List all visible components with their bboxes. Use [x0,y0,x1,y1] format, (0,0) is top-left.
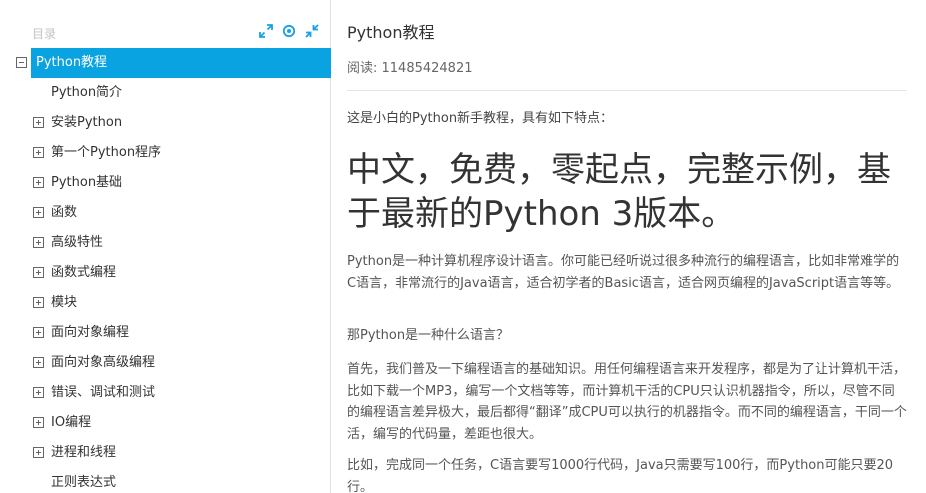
toc-item-label: 错误、调试和测试 [51,385,156,400]
read-count: 阅读: 11485424821 [347,61,473,76]
toc-item-label: 函数式编程 [51,265,117,280]
toc-item[interactable]: 高级特性 [0,228,331,258]
expand-toggle-icon[interactable] [33,447,44,458]
toc-item-label: 第一个Python程序 [51,145,162,160]
expand-toggle-icon[interactable] [33,237,44,248]
toc-item[interactable]: 面向对象编程 [0,318,331,348]
toc-item-label: 正则表达式 [51,475,117,490]
toc-item-label: Python简介 [51,85,123,100]
toc-item-label: 面向对象编程 [51,325,130,340]
expand-toggle-icon[interactable] [33,207,44,218]
collapse-icon[interactable] [305,24,319,38]
toc-item-label: 高级特性 [51,235,104,250]
locate-icon[interactable] [282,24,296,38]
toc-item[interactable]: 正则表达式 [0,468,331,493]
divider [347,90,907,91]
toc-item[interactable]: 错误、调试和测试 [0,378,331,408]
page-title: Python教程 [347,23,435,42]
headline: 中文，免费，零起点，完整示例，基于最新的Python 3版本。 [347,150,891,234]
article-content: Python教程 阅读: 11485424821 这是小白的Python新手教程… [347,0,907,493]
toc-item[interactable]: Python基础 [0,168,331,198]
expand-toggle-icon[interactable] [33,357,44,368]
toc-item-label: 面向对象高级编程 [51,355,156,370]
expand-toggle-icon[interactable] [33,177,44,188]
intro-text: 这是小白的Python新手教程，具有如下特点： [347,111,614,126]
toc-item[interactable]: Python简介 [0,78,331,108]
paragraph: 比如，完成同一个任务，C语言要写1000行代码，Java只需要写100行，而Py… [347,458,894,493]
toc-item[interactable]: 函数式编程 [0,258,331,288]
expand-toggle-icon[interactable] [33,387,44,398]
toc-item[interactable]: 面向对象高级编程 [0,348,331,378]
toc-header: 目录 [0,18,331,46]
paragraph: 首先，我们普及一下编程语言的基础知识。用任何编程语言来开发程序，都是为了让计算机… [347,362,907,442]
expand-toggle-icon[interactable] [33,327,44,338]
toc-item[interactable]: IO编程 [0,408,331,438]
toc-item[interactable]: 进程和线程 [0,438,331,468]
toc-item-label: IO编程 [51,415,92,430]
expand-toggle-icon[interactable] [33,417,44,428]
toc-item-label: 模块 [51,295,78,310]
paragraph: Python是一种计算机程序设计语言。你可能已经听说过很多种流行的编程语言，比如… [347,254,900,291]
toc-list: Python教程 Python简介 安装Python 第一个Python程序 P… [0,48,331,493]
toc-item[interactable]: 安装Python [0,108,331,138]
expand-icon[interactable] [259,24,273,38]
collapse-toggle-icon[interactable] [16,57,27,68]
toc-item-label: 安装Python [51,115,123,130]
toc-item-root[interactable]: Python教程 [0,48,331,78]
toc-item[interactable]: 第一个Python程序 [0,138,331,168]
toc-item-label: 进程和线程 [51,445,117,460]
expand-toggle-icon[interactable] [33,297,44,308]
toc-item-label: Python基础 [51,175,123,190]
expand-toggle-icon[interactable] [33,117,44,128]
expand-toggle-icon[interactable] [33,147,44,158]
toc-item-label: Python教程 [31,48,331,78]
toc-item[interactable]: 函数 [0,198,331,228]
toc-item-label: 函数 [51,205,78,220]
expand-toggle-icon[interactable] [33,267,44,278]
toc-item[interactable]: 模块 [0,288,331,318]
toc-toolbar [259,24,319,38]
toc-sidebar: 目录 Python教程 Python简介 安装Python 第一个Python程… [0,0,331,493]
toc-title: 目录 [32,27,57,41]
paragraph: 那Python是一种什么语言？ [347,328,510,343]
